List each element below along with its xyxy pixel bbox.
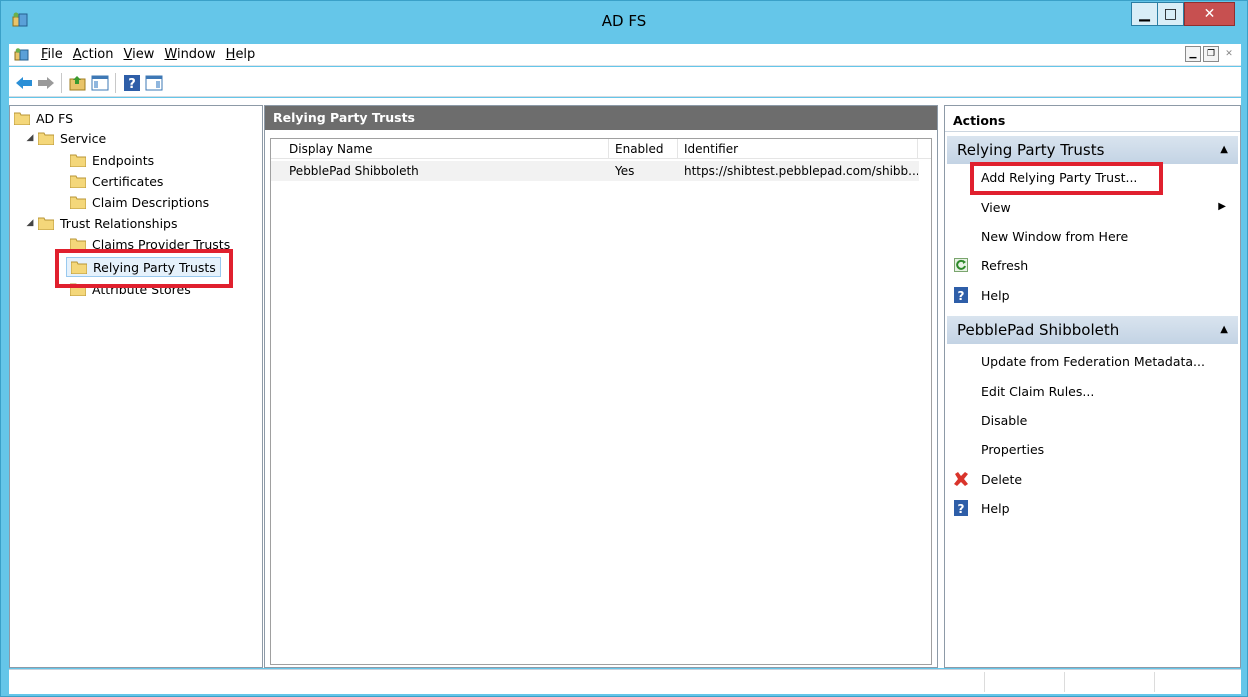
action-edit-claim-rules[interactable]: Edit Claim Rules... [947,378,1238,404]
status-bar [9,669,1241,694]
expanded-chevron-icon[interactable]: ◢ [24,218,36,228]
back-button[interactable] [15,74,33,92]
list-header: Display Name Enabled Identifier [271,139,931,159]
folder-up-icon [69,76,86,91]
tree-item-adfs[interactable]: AD FS [14,108,73,128]
tree-item-service[interactable]: ◢ Service [24,128,107,148]
action-help-1[interactable]: ? Help [947,282,1238,308]
column-enabled[interactable]: Enabled [609,139,678,158]
status-cell [984,672,1064,692]
folder-icon [38,217,54,230]
help-icon: ? [953,287,969,303]
menu-file[interactable]: File [36,47,68,62]
collapse-up-icon[interactable]: ▲ [1220,144,1228,155]
svg-text:?: ? [958,289,965,303]
title-bar: AD FS ▁ □ ✕ [1,1,1247,41]
minimize-button[interactable]: ▁ [1131,2,1158,26]
folder-icon [38,132,54,145]
console-tree: AD FS ◢ Service Endpoints Certificates C… [9,105,263,668]
help-icon: ? [124,75,140,92]
close-icon: ✕ [1203,6,1216,22]
show-hide-action-pane-button[interactable] [145,74,163,92]
console-tree-icon [91,75,109,91]
actions-group-relying-party-trusts[interactable]: Relying Party Trusts ▲ [947,136,1238,164]
menu-bar: File Action View Window Help ▁ ❐ ✕ [9,44,1241,66]
submenu-arrow-icon: ▶ [1218,201,1226,212]
menu-help[interactable]: Help [221,47,261,62]
column-identifier[interactable]: Identifier [678,139,918,158]
collapse-up-icon[interactable]: ▲ [1220,324,1228,335]
mmc-system-menu-icon[interactable] [14,47,30,63]
highlight-add-relying-party-trust [970,162,1163,195]
action-delete[interactable]: Delete [947,466,1238,492]
folder-icon [14,112,30,125]
back-arrow-icon [16,77,32,89]
child-close-button[interactable]: ✕ [1221,46,1237,62]
action-properties[interactable]: Properties [947,436,1238,462]
status-cell [1154,672,1240,692]
folder-icon [70,196,86,209]
help-toolbar-button[interactable]: ? [123,74,141,92]
tree-item-claim-descriptions[interactable]: Claim Descriptions [70,192,209,212]
adfs-window: AD FS ▁ □ ✕ File Action View Window Help [0,0,1248,697]
refresh-icon [953,257,969,273]
actions-group-pebblepad-shibboleth[interactable]: PebblePad Shibboleth ▲ [947,316,1238,344]
close-button[interactable]: ✕ [1184,2,1235,26]
action-help-2[interactable]: ? Help [947,495,1238,521]
svg-text:?: ? [128,77,136,92]
expanded-chevron-icon[interactable]: ◢ [24,133,36,143]
menu-view[interactable]: View [119,47,160,62]
toolbar: ? [9,67,1241,97]
folder-icon [70,175,86,188]
menu-action[interactable]: Action [68,47,119,62]
action-disable[interactable]: Disable [947,407,1238,433]
actions-title: Actions [945,106,1240,132]
maximize-button[interactable]: □ [1158,2,1184,26]
relying-party-list: Display Name Enabled Identifier PebblePa… [270,138,932,665]
tree-item-certificates[interactable]: Certificates [70,171,163,191]
cell-display-name: PebblePad Shibboleth [289,164,419,178]
actions-pane: Actions Relying Party Trusts ▲ Add Relyi… [944,105,1241,668]
results-pane-header: Relying Party Trusts [265,106,937,130]
highlight-relying-party-trusts [55,249,233,288]
cell-enabled: Yes [615,164,635,178]
column-display-name[interactable]: Display Name [271,139,609,158]
results-pane: Relying Party Trusts Display Name Enable… [264,105,938,668]
minimize-icon: ▁ [1139,6,1150,22]
table-row[interactable]: PebblePad Shibboleth Yes https://shibtes… [271,161,919,181]
action-view[interactable]: View ▶ [947,194,1238,220]
window-title: AD FS [601,12,647,30]
up-one-level-button[interactable] [69,74,87,92]
forward-arrow-icon [38,77,54,89]
menu-window[interactable]: Window [159,47,220,62]
forward-button[interactable] [37,74,55,92]
help-icon: ? [953,500,969,516]
svg-text:?: ? [958,502,965,516]
maximize-icon: □ [1163,6,1178,22]
action-pane-icon [145,75,163,91]
cell-identifier: https://shibtest.pebblepad.com/shibb... [684,164,918,178]
child-restore-button[interactable]: ❐ [1203,46,1219,62]
action-update-from-federation-metadata[interactable]: Update from Federation Metadata... [947,348,1238,374]
tree-item-endpoints[interactable]: Endpoints [70,150,154,170]
delete-icon [953,471,969,487]
action-new-window-from-here[interactable]: New Window from Here [947,223,1238,249]
show-hide-console-tree-button[interactable] [91,74,109,92]
folder-icon [70,154,86,167]
tree-item-trust-relationships[interactable]: ◢ Trust Relationships [24,213,178,233]
status-cell [1064,672,1154,692]
action-refresh[interactable]: Refresh [947,252,1238,278]
child-minimize-button[interactable]: ▁ [1185,46,1201,62]
